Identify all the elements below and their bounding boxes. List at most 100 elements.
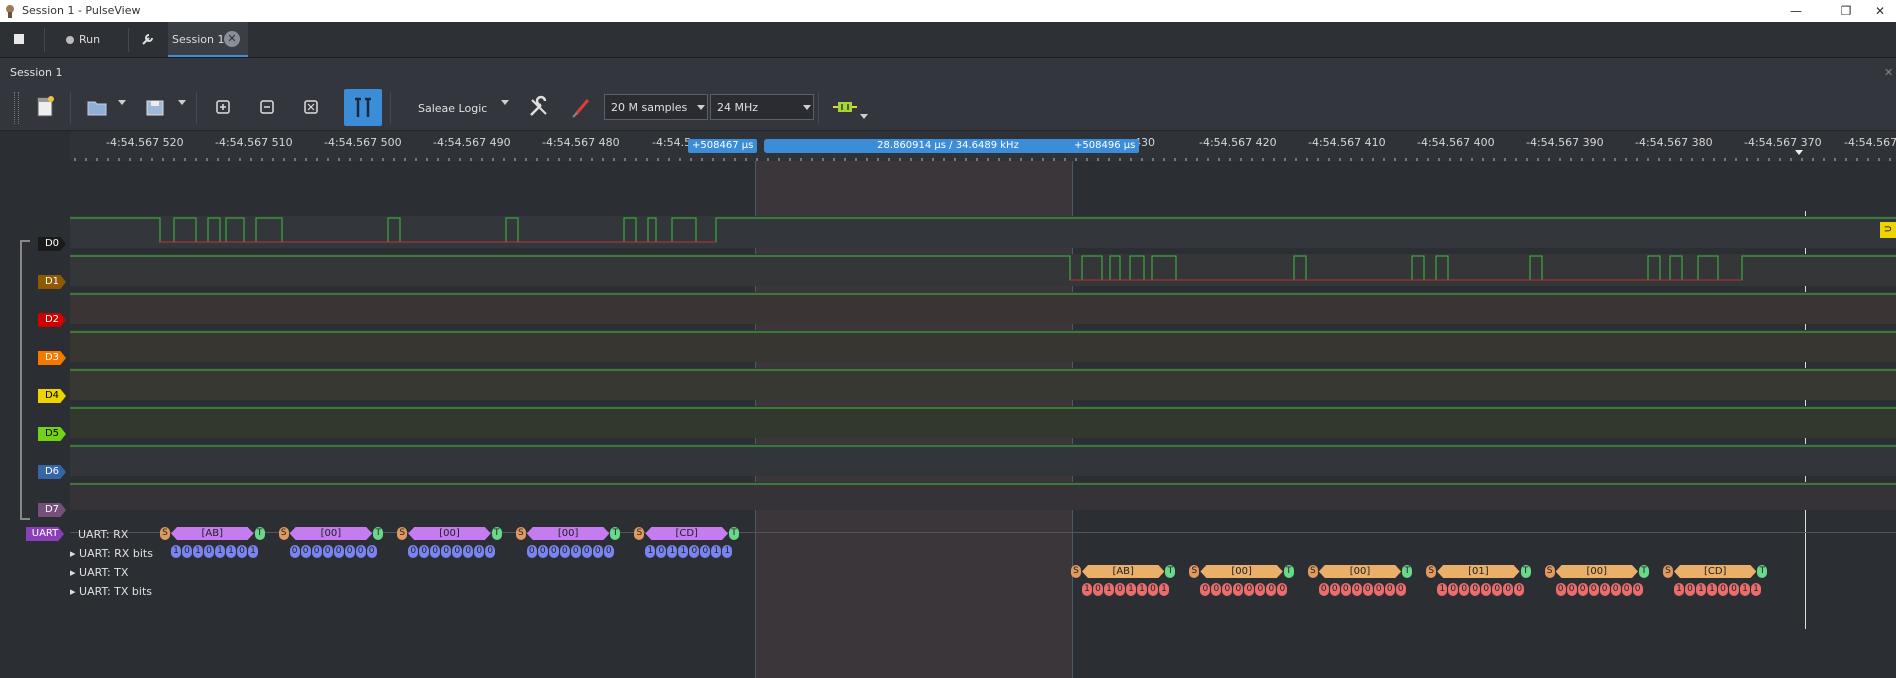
bit-value: 0 (1599, 583, 1610, 596)
tab-session-1[interactable]: Session 1 ✕ (168, 22, 248, 57)
channel-label-d0[interactable]: D0 (38, 237, 66, 251)
bit-value: 0 (419, 545, 430, 558)
start-bit-marker: S (1071, 565, 1081, 578)
run-button[interactable]: Run (79, 22, 100, 57)
bit-value: 1 (1137, 583, 1147, 596)
sample-count-value: 20 M samples (611, 101, 688, 114)
decoded-bits: 00000000 (1555, 583, 1643, 596)
bit-value: 0 (1373, 583, 1384, 596)
bit-value: 0 (1492, 583, 1503, 596)
cursor-right-flag[interactable]: +508496 µs (1070, 139, 1140, 153)
show-cursors-icon[interactable] (344, 89, 382, 126)
ruler-tick-label: -4:54.567 (1844, 136, 1896, 149)
bit-value: 0 (1577, 583, 1588, 596)
stop-bit-marker: T (373, 527, 384, 540)
ruler-tick-label: -4:54.567 480 (542, 136, 620, 149)
decoded-bits: 00000000 (289, 545, 377, 558)
bit-value: 0 (408, 545, 419, 558)
time-ruler[interactable]: -4:54.567 520 -4:54.567 510 -4:54.567 50… (70, 131, 1896, 161)
bit-value: 0 (548, 545, 559, 558)
channel-label-d3[interactable]: D3 (38, 351, 66, 365)
ruler-tick-label: -4:54.567 490 (433, 136, 511, 149)
bit-value: 0 (559, 545, 570, 558)
close-tab-icon[interactable]: ✕ (224, 31, 240, 47)
decoded-bits: 10110011 (1674, 583, 1761, 596)
bit-value: 0 (441, 545, 452, 558)
bit-value: 0 (430, 545, 441, 558)
bit-value: 1 (248, 545, 258, 558)
stop-bit-marker: T (254, 527, 265, 540)
channel-label-d4[interactable]: D4 (38, 389, 66, 403)
open-dropdown-icon[interactable] (118, 100, 126, 105)
add-decoder-icon[interactable] (830, 92, 860, 122)
bit-value: 0 (485, 545, 496, 558)
save-icon[interactable] (140, 92, 170, 122)
decoded-byte: [CD] (645, 527, 728, 540)
bit-value: 0 (689, 545, 700, 558)
zoom-out-icon[interactable] (252, 92, 282, 122)
bit-value: 0 (592, 545, 603, 558)
bit-value: 0 (1384, 583, 1395, 596)
close-session-icon[interactable]: ✕ (1884, 66, 1893, 79)
bit-value: 0 (204, 545, 214, 558)
tx-annotation-track: S [AB] T 1 0 1 0 1 1 0 1 S [00] T 0 0 0 0 0 0 0 0 S [00] T 0 0 0 0 0 0… (0, 564, 1896, 604)
channel-label-d1[interactable]: D1 (38, 275, 66, 289)
decoded-bits: 00000000 (408, 545, 496, 558)
device-dropdown-icon[interactable] (501, 100, 509, 105)
device-config-icon[interactable] (524, 92, 554, 122)
wrench-icon[interactable] (141, 32, 155, 46)
zoom-fit-icon[interactable] (296, 92, 326, 122)
bit-value: 0 (537, 545, 548, 558)
bit-value: 0 (1481, 583, 1492, 596)
samplerate-select[interactable]: 24 MHz (710, 94, 814, 120)
decoded-bits: 00000000 (526, 545, 614, 558)
start-bit-marker: S (1544, 565, 1555, 578)
minimize-button[interactable]: — (1776, 2, 1816, 20)
stop-bit-marker: T (729, 527, 739, 540)
bit-value: 0 (344, 545, 355, 558)
stop-bit-marker: T (610, 527, 621, 540)
start-bit-marker: S (397, 527, 408, 540)
bit-value: 0 (1729, 583, 1739, 596)
open-folder-icon[interactable] (82, 92, 112, 122)
bit-value: 0 (452, 545, 463, 558)
sample-count-select[interactable]: 20 M samples (604, 94, 708, 120)
ruler-tick-label: -4:54.567 400 (1417, 136, 1495, 149)
channel-label-d2[interactable]: D2 (38, 313, 66, 327)
bit-value: 0 (366, 545, 377, 558)
decoder-dropdown-icon[interactable] (860, 114, 868, 119)
probe-config-icon[interactable] (566, 92, 596, 122)
decoded-byte: [00] (1319, 565, 1401, 578)
bit-value: 1 (1126, 583, 1136, 596)
ruler-tick-label: -4:54.5 (652, 136, 692, 149)
close-window-button[interactable]: ✕ (1860, 2, 1896, 20)
bit-value: 1 (1159, 583, 1169, 596)
run-indicator-icon (66, 36, 74, 44)
bit-value: 1 (1707, 583, 1717, 596)
channel-label-d6[interactable]: D6 (38, 465, 66, 479)
channel-label-d5[interactable]: D5 (38, 427, 66, 441)
bit-value: 1 (1740, 583, 1750, 596)
bit-value: 0 (581, 545, 592, 558)
ruler-tick-label: -4:54.567 420 (1199, 136, 1277, 149)
new-file-icon[interactable] (30, 92, 60, 122)
bit-value: 0 (1351, 583, 1362, 596)
device-selector[interactable]: Saleae Logic (418, 102, 487, 115)
save-dropdown-icon[interactable] (178, 100, 186, 105)
stop-icon[interactable] (14, 34, 24, 44)
bit-value: 0 (1340, 583, 1351, 596)
decoded-byte: [00] (1556, 565, 1638, 578)
bit-value: 0 (1566, 583, 1577, 596)
bit-value: 0 (322, 545, 333, 558)
stop-bit-marker: T (491, 527, 502, 540)
bit-value: 1 (678, 545, 689, 558)
bit-value: 0 (603, 545, 614, 558)
decoded-bits: 00000000 (1318, 583, 1406, 596)
trigger-marker-icon: ⊃ (1880, 222, 1896, 238)
bit-value: 1 (171, 545, 181, 558)
bit-value: 1 (645, 545, 656, 558)
zoom-in-icon[interactable] (208, 92, 238, 122)
cursor-left-flag[interactable]: +508467 µs (688, 139, 758, 153)
channel-label-d7[interactable]: D7 (38, 503, 66, 517)
channel-group-bracket (20, 240, 30, 520)
